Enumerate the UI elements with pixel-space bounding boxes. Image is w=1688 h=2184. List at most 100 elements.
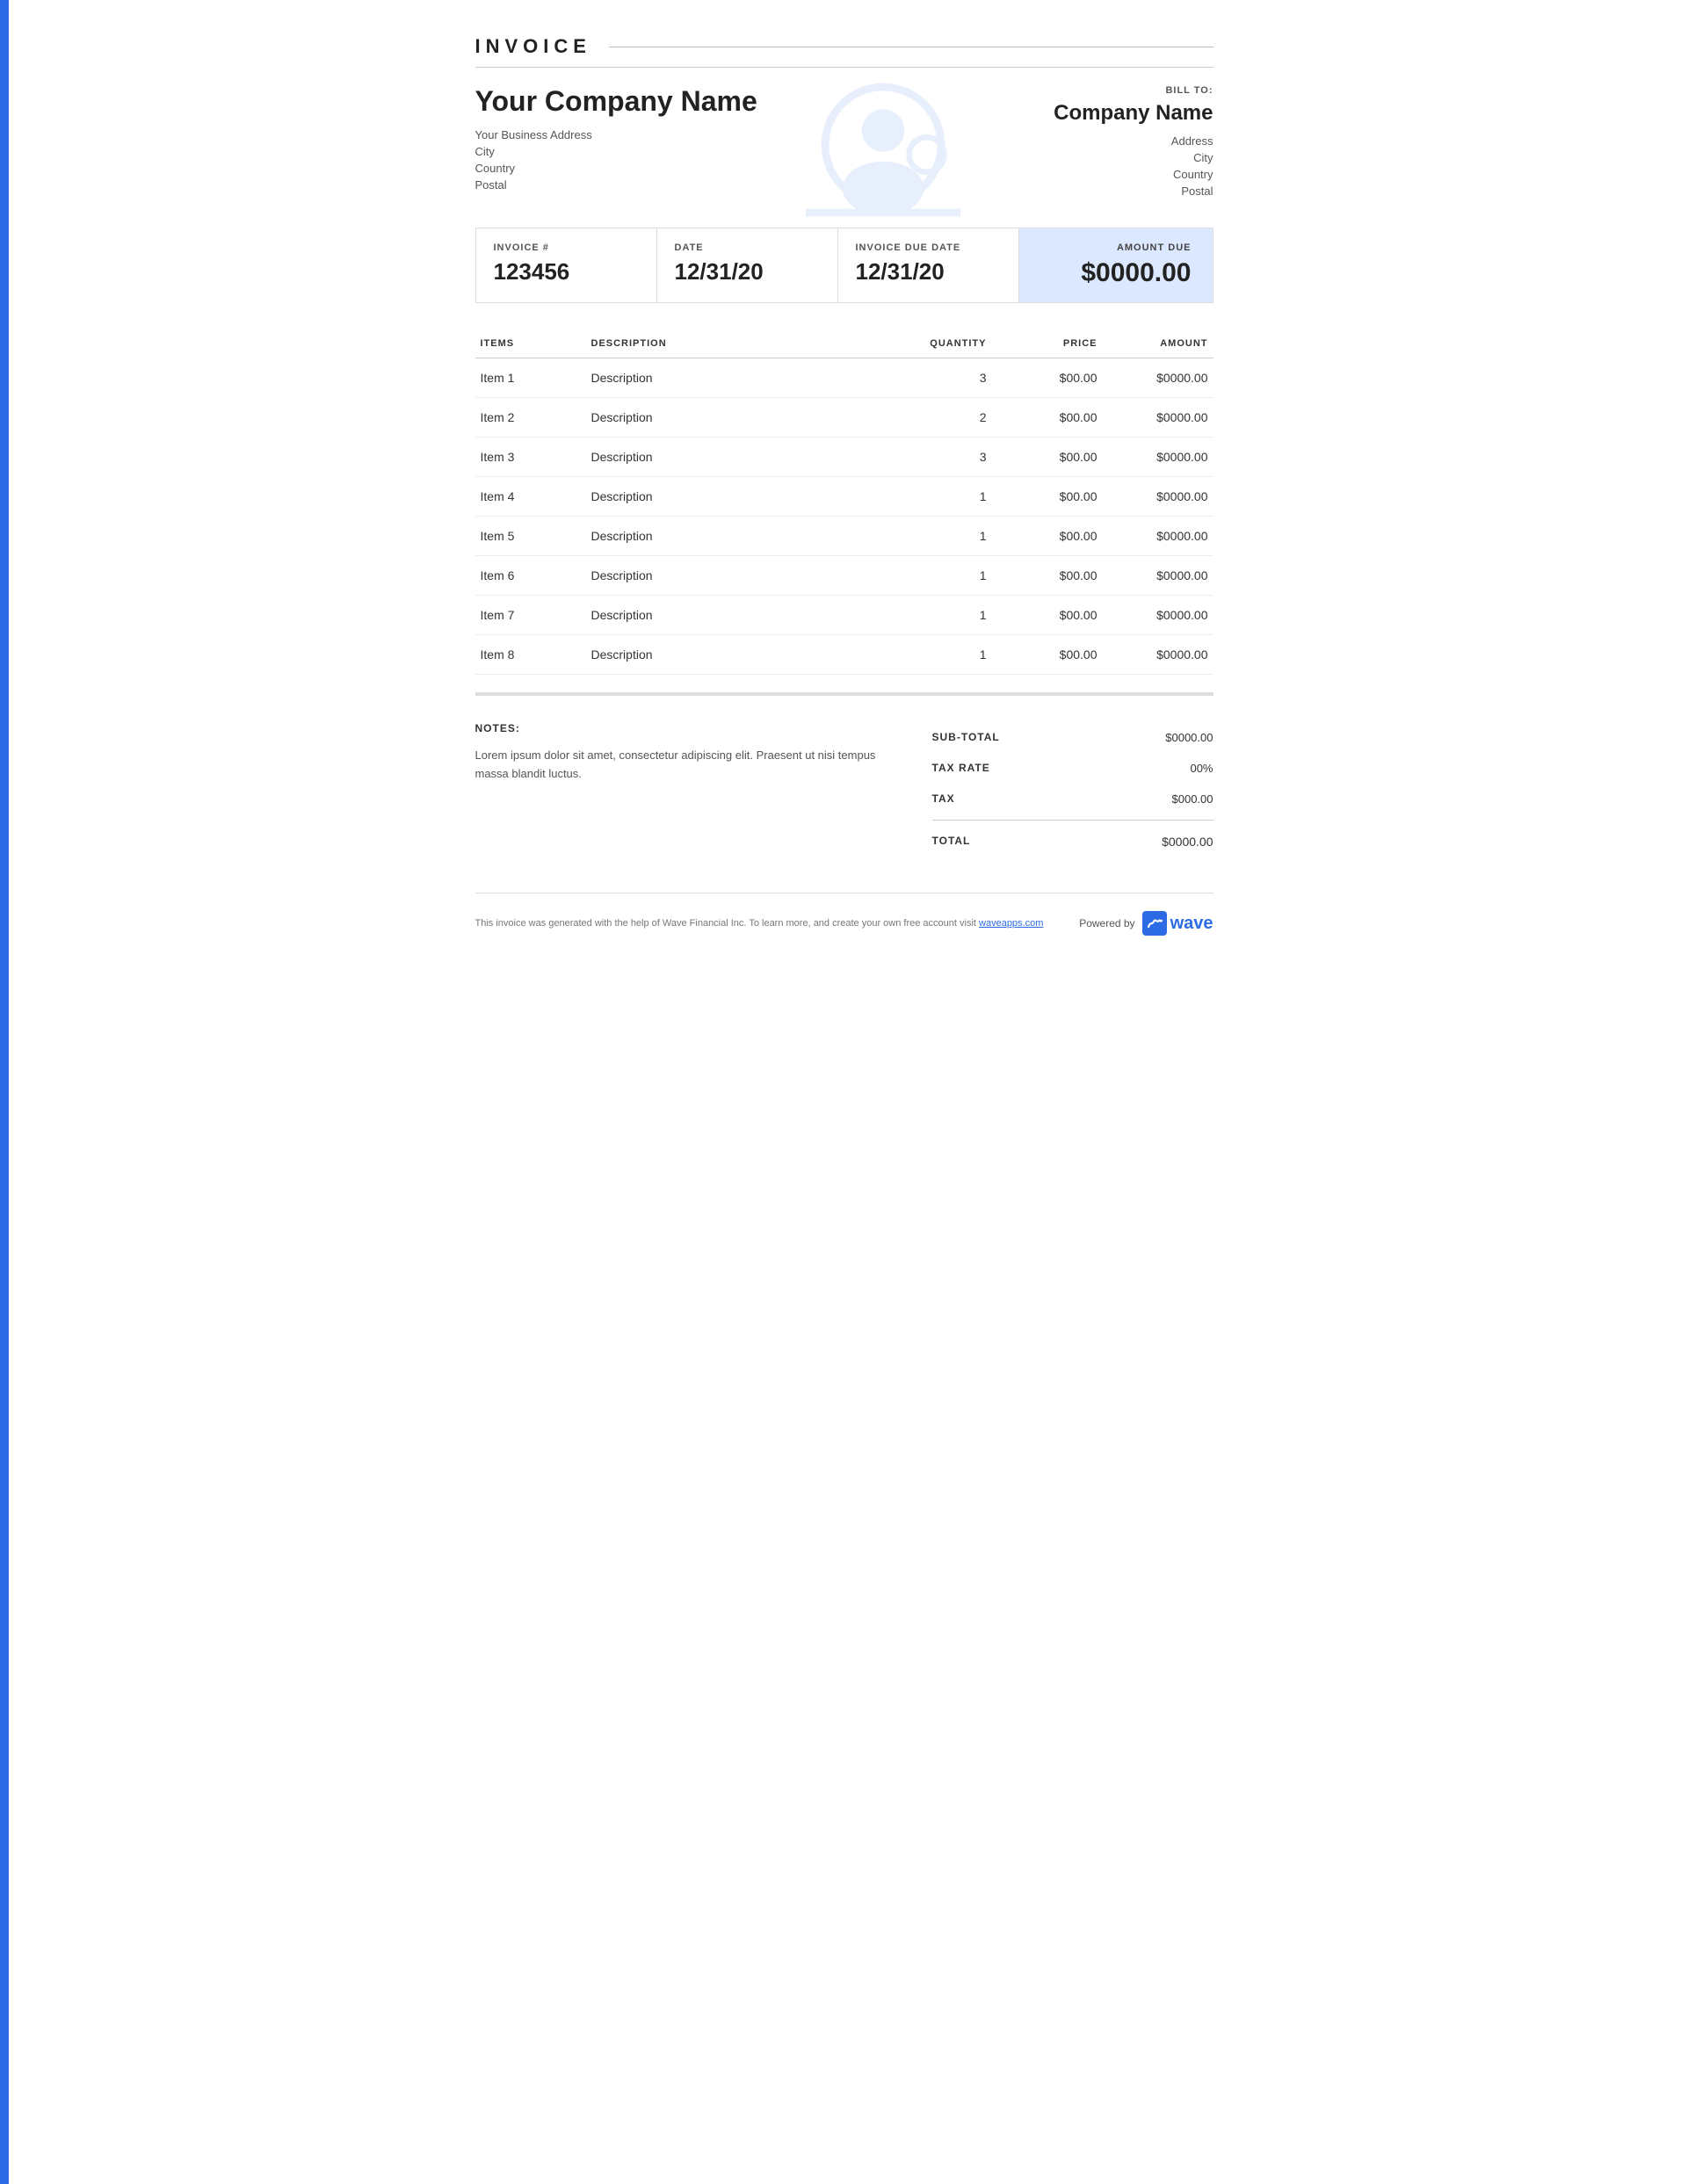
col-header-description: DESCRIPTION — [586, 329, 918, 358]
bottom-section: NOTES: Lorem ipsum dolor sit amet, conse… — [475, 694, 1213, 884]
item-amount-cell: $0000.00 — [1103, 596, 1213, 635]
tax-row: TAX $000.00 — [932, 784, 1213, 814]
bill-to-section: BILL TO: Company Name Address City Count… — [1054, 85, 1213, 201]
amount-due-value: $0000.00 — [1040, 258, 1192, 288]
item-description-cell: Description — [586, 596, 918, 635]
wave-icon-svg — [1147, 915, 1163, 931]
item-amount-cell: $0000.00 — [1103, 556, 1213, 596]
invoice-number-value: 123456 — [494, 258, 639, 286]
col-header-price: PRICE — [992, 329, 1103, 358]
footer-text-content: This invoice was generated with the help… — [475, 918, 980, 929]
item-name-cell: Item 6 — [475, 556, 586, 596]
powered-by-section: Powered by wave — [1079, 911, 1213, 936]
notes-label: NOTES: — [475, 722, 897, 734]
item-price-cell: $00.00 — [992, 556, 1103, 596]
footer: This invoice was generated with the help… — [475, 893, 1213, 936]
subtotal-label: SUB-TOTAL — [932, 731, 1000, 744]
table-row: Item 8 Description 1 $00.00 $0000.00 — [475, 635, 1213, 675]
item-description-cell: Description — [586, 358, 918, 398]
item-price-cell: $00.00 — [992, 517, 1103, 556]
header-title-row: INVOICE — [475, 35, 1213, 68]
footer-text: This invoice was generated with the help… — [475, 918, 1044, 929]
item-quantity-cell: 1 — [918, 517, 992, 556]
bill-to-name: Company Name — [1054, 101, 1213, 126]
item-amount-cell: $0000.00 — [1103, 635, 1213, 675]
item-price-cell: $00.00 — [992, 398, 1103, 438]
item-description-cell: Description — [586, 556, 918, 596]
item-name-cell: Item 3 — [475, 438, 586, 477]
invoice-number-label: INVOICE # — [494, 242, 639, 253]
date-value: 12/31/20 — [675, 258, 820, 286]
amount-due-label: AMOUNT DUE — [1040, 242, 1192, 253]
bill-to-country: Country — [1054, 168, 1213, 181]
wave-logo-text: wave — [1170, 914, 1213, 934]
tax-rate-row: TAX RATE 00% — [932, 753, 1213, 784]
subtotal-value: $0000.00 — [1165, 731, 1213, 744]
watermark-icon — [786, 76, 980, 252]
item-quantity-cell: 1 — [918, 477, 992, 517]
total-label: TOTAL — [932, 835, 971, 849]
item-name-cell: Item 2 — [475, 398, 586, 438]
total-value: $0000.00 — [1162, 835, 1213, 849]
company-section: Your Company Name Your Business Address … — [475, 85, 1213, 201]
table-row: Item 1 Description 3 $00.00 $0000.00 — [475, 358, 1213, 398]
table-row: Item 6 Description 1 $00.00 $0000.00 — [475, 556, 1213, 596]
col-header-quantity: QUANTITY — [918, 329, 992, 358]
item-price-cell: $00.00 — [992, 635, 1103, 675]
table-row: Item 2 Description 2 $00.00 $0000.00 — [475, 398, 1213, 438]
item-quantity-cell: 3 — [918, 438, 992, 477]
bill-to-postal: Postal — [1054, 184, 1213, 198]
notes-text: Lorem ipsum dolor sit amet, consectetur … — [475, 747, 897, 784]
item-amount-cell: $0000.00 — [1103, 358, 1213, 398]
item-name-cell: Item 1 — [475, 358, 586, 398]
notes-section: NOTES: Lorem ipsum dolor sit amet, conse… — [475, 722, 897, 857]
table-row: Item 4 Description 1 $00.00 $0000.00 — [475, 477, 1213, 517]
item-amount-cell: $0000.00 — [1103, 477, 1213, 517]
invoice-number-cell: INVOICE # 123456 — [476, 228, 657, 302]
item-quantity-cell: 1 — [918, 596, 992, 635]
table-row: Item 5 Description 1 $00.00 $0000.00 — [475, 517, 1213, 556]
bill-to-city: City — [1054, 151, 1213, 164]
powered-by-text: Powered by — [1079, 917, 1134, 929]
item-quantity-cell: 3 — [918, 358, 992, 398]
table-header-row: ITEMS DESCRIPTION QUANTITY PRICE AMOUNT — [475, 329, 1213, 358]
item-quantity-cell: 1 — [918, 556, 992, 596]
item-amount-cell: $0000.00 — [1103, 398, 1213, 438]
table-row: Item 3 Description 3 $00.00 $0000.00 — [475, 438, 1213, 477]
amount-due-cell: AMOUNT DUE $0000.00 — [1019, 228, 1213, 302]
item-name-cell: Item 4 — [475, 477, 586, 517]
due-date-value: 12/31/20 — [856, 258, 1001, 286]
item-quantity-cell: 1 — [918, 635, 992, 675]
col-header-amount: AMOUNT — [1103, 329, 1213, 358]
wave-logo: wave — [1142, 911, 1213, 936]
totals-divider — [932, 820, 1213, 821]
subtotal-row: SUB-TOTAL $0000.00 — [932, 722, 1213, 753]
table-row: Item 7 Description 1 $00.00 $0000.00 — [475, 596, 1213, 635]
tax-label: TAX — [932, 792, 955, 806]
wave-logo-icon — [1142, 911, 1167, 936]
item-description-cell: Description — [586, 438, 918, 477]
items-section: ITEMS DESCRIPTION QUANTITY PRICE AMOUNT … — [475, 329, 1213, 694]
item-description-cell: Description — [586, 477, 918, 517]
invoice-page: INVOICE Your Company Name Your Business … — [423, 0, 1266, 971]
item-name-cell: Item 5 — [475, 517, 586, 556]
item-amount-cell: $0000.00 — [1103, 517, 1213, 556]
footer-link[interactable]: waveapps.com — [979, 918, 1043, 929]
item-name-cell: Item 8 — [475, 635, 586, 675]
item-description-cell: Description — [586, 517, 918, 556]
item-description-cell: Description — [586, 635, 918, 675]
item-price-cell: $00.00 — [992, 477, 1103, 517]
items-table: ITEMS DESCRIPTION QUANTITY PRICE AMOUNT … — [475, 329, 1213, 675]
item-price-cell: $00.00 — [992, 358, 1103, 398]
invoice-title: INVOICE — [475, 35, 591, 58]
item-description-cell: Description — [586, 398, 918, 438]
item-price-cell: $00.00 — [992, 438, 1103, 477]
bill-to-address: Address — [1054, 134, 1213, 148]
totals-section: SUB-TOTAL $0000.00 TAX RATE 00% TAX $000… — [932, 722, 1213, 857]
item-price-cell: $00.00 — [992, 596, 1103, 635]
bill-to-label: BILL TO: — [1054, 85, 1213, 96]
item-quantity-cell: 2 — [918, 398, 992, 438]
tax-rate-value: 00% — [1190, 762, 1213, 775]
item-name-cell: Item 7 — [475, 596, 586, 635]
item-amount-cell: $0000.00 — [1103, 438, 1213, 477]
